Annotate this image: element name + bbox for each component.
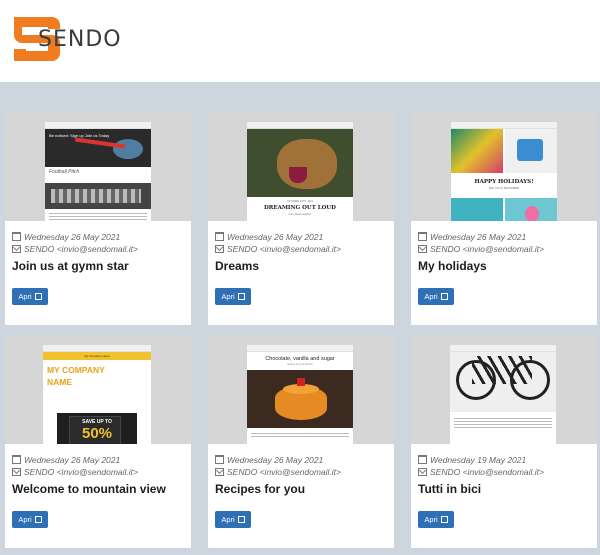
campaign-card: HAPPY HOLIDAYS! SEE YOU IN SEPTEMBER Wed… xyxy=(411,113,597,325)
email-preview: My company name MY COMPANY NAME SAVE UP … xyxy=(43,345,151,444)
calendar-icon xyxy=(215,455,224,465)
sent-date: Wednesday 26 May 2021 xyxy=(215,231,341,243)
email-preview: Be noticed: Sign up Join us Today Footba… xyxy=(45,122,151,221)
envelope-icon xyxy=(12,244,21,253)
campaign-title: Welcome to mountain view xyxy=(12,482,166,496)
sender: SENDO <invio@sendomail.it> xyxy=(418,466,544,478)
preview-headline: DREAMING OUT LOUD xyxy=(264,205,336,211)
open-button[interactable]: Apri xyxy=(12,288,48,305)
sender: SENDO <invio@sendomail.it> xyxy=(215,466,341,478)
preview-headline: Chocolate, vanilla and sugar xyxy=(265,356,335,362)
sender: SENDO <invio@sendomail.it> xyxy=(12,466,138,478)
envelope-icon xyxy=(418,244,427,253)
open-button[interactable]: Apri xyxy=(215,288,251,305)
open-button[interactable]: Apri xyxy=(418,288,454,305)
email-preview-thumbnail[interactable] xyxy=(411,336,597,444)
email-preview-thumbnail[interactable]: My company name MY COMPANY NAME SAVE UP … xyxy=(5,336,191,444)
campaign-card: Wednesday 19 May 2021 SENDO <invio@sendo… xyxy=(411,336,597,548)
email-preview: HAPPY HOLIDAYS! SEE YOU IN SEPTEMBER xyxy=(451,122,557,221)
email-preview-thumbnail[interactable]: HAPPY HOLIDAYS! SEE YOU IN SEPTEMBER xyxy=(411,113,597,221)
external-link-icon xyxy=(34,292,42,300)
calendar-icon xyxy=(12,455,21,465)
calendar-icon xyxy=(418,455,427,465)
envelope-icon xyxy=(12,467,21,476)
calendar-icon xyxy=(215,232,224,242)
email-preview-thumbnail[interactable]: Chocolate, vanilla and sugar recipes for… xyxy=(208,336,394,444)
top-header: SENDO xyxy=(0,0,600,82)
sender: SENDO <invio@sendomail.it> xyxy=(418,243,544,255)
email-preview xyxy=(450,345,556,444)
sent-date: Wednesday 26 May 2021 xyxy=(12,231,138,243)
preview-headline: MY COMPANY NAME xyxy=(47,365,105,387)
external-link-icon xyxy=(34,515,42,523)
campaign-card: Be noticed: Sign up Join us Today Footba… xyxy=(5,113,191,325)
open-button[interactable]: Apri xyxy=(418,511,454,528)
external-link-icon xyxy=(440,292,448,300)
campaign-title: Recipes for you xyxy=(215,482,306,496)
envelope-icon xyxy=(418,467,427,476)
sent-date: Wednesday 26 May 2021 xyxy=(215,454,341,466)
campaign-card: My company name MY COMPANY NAME SAVE UP … xyxy=(5,336,191,548)
campaign-title: My holidays xyxy=(418,259,487,273)
envelope-icon xyxy=(215,244,224,253)
campaign-title: Dreams xyxy=(215,259,260,273)
external-link-icon xyxy=(237,292,245,300)
external-link-icon xyxy=(440,515,448,523)
preview-headline: HAPPY HOLIDAYS! xyxy=(474,179,534,185)
campaign-card: OCTOBER 16TH, 2021 DREAMING OUT LOUD Let… xyxy=(208,113,394,325)
sent-date: Wednesday 19 May 2021 xyxy=(418,454,544,466)
open-button[interactable]: Apri xyxy=(12,511,48,528)
campaign-title: Join us at gymn star xyxy=(12,259,129,273)
preview-offer: SAVE UP TO 50% xyxy=(81,419,113,442)
calendar-icon xyxy=(418,232,427,242)
brand-name: SENDO xyxy=(38,27,122,52)
open-button[interactable]: Apri xyxy=(215,511,251,528)
sent-date: Wednesday 26 May 2021 xyxy=(418,231,544,243)
email-preview-thumbnail[interactable]: Be noticed: Sign up Join us Today Footba… xyxy=(5,113,191,221)
sender: SENDO <invio@sendomail.it> xyxy=(215,243,341,255)
sent-date: Wednesday 26 May 2021 xyxy=(12,454,138,466)
campaign-card: Chocolate, vanilla and sugar recipes for… xyxy=(208,336,394,548)
email-preview: Chocolate, vanilla and sugar recipes for… xyxy=(247,345,353,444)
email-preview-thumbnail[interactable]: OCTOBER 16TH, 2021 DREAMING OUT LOUD Let… xyxy=(208,113,394,221)
sendo-logo[interactable]: SENDO xyxy=(8,13,128,67)
calendar-icon xyxy=(12,232,21,242)
sender: SENDO <invio@sendomail.it> xyxy=(12,243,138,255)
external-link-icon xyxy=(237,515,245,523)
envelope-icon xyxy=(215,467,224,476)
email-preview: OCTOBER 16TH, 2021 DREAMING OUT LOUD Let… xyxy=(247,122,353,221)
campaign-title: Tutti in bici xyxy=(418,482,482,496)
